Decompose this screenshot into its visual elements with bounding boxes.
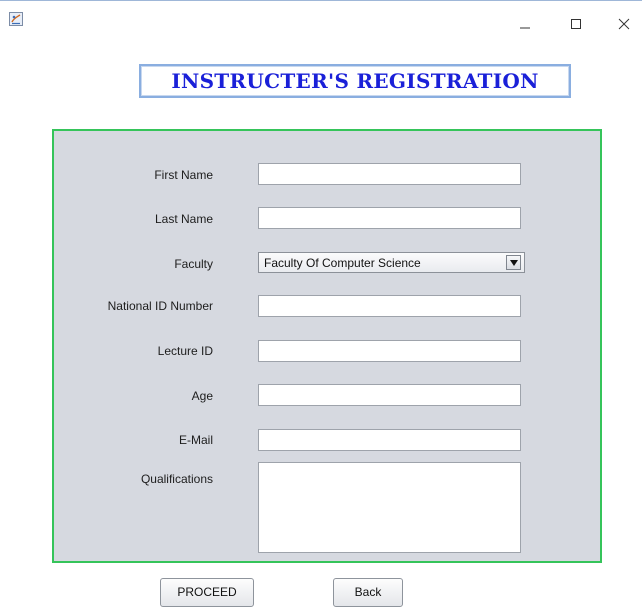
age-label: Age (191, 389, 213, 403)
chevron-down-icon (510, 260, 518, 266)
java-app-icon (9, 12, 23, 26)
minimize-button[interactable] (515, 14, 535, 34)
qualifications-field[interactable] (258, 462, 521, 553)
first-name-field[interactable] (258, 163, 521, 185)
registration-heading-box: INSTRUCTER'S REGISTRATION (139, 64, 571, 98)
page-title: INSTRUCTER'S REGISTRATION (171, 69, 539, 93)
maximize-button[interactable] (566, 14, 586, 34)
faculty-label: Faculty (174, 257, 213, 271)
last-name-field[interactable] (258, 207, 521, 229)
back-button[interactable]: Back (333, 578, 403, 607)
title-bar-border (0, 0, 642, 1)
first-name-label: First Name (154, 168, 213, 182)
faculty-selected-value: Faculty Of Computer Science (264, 256, 421, 270)
email-field[interactable] (258, 429, 521, 451)
national-id-field[interactable] (258, 295, 521, 317)
title-bar (0, 0, 642, 40)
proceed-button[interactable]: PROCEED (160, 578, 254, 607)
dropdown-arrow-button[interactable] (506, 255, 521, 270)
close-icon (618, 18, 630, 30)
minimize-icon (520, 27, 530, 29)
maximize-icon (571, 19, 581, 29)
faculty-dropdown[interactable]: Faculty Of Computer Science (258, 252, 525, 273)
lecture-id-label: Lecture ID (157, 344, 213, 358)
lecture-id-field[interactable] (258, 340, 521, 362)
last-name-label: Last Name (154, 212, 213, 226)
close-button[interactable] (614, 14, 634, 34)
age-field[interactable] (258, 384, 521, 406)
qualifications-label: Qualifications (140, 472, 213, 486)
email-label: E-Mail (178, 433, 213, 447)
national-id-label: National ID Number (107, 299, 213, 313)
